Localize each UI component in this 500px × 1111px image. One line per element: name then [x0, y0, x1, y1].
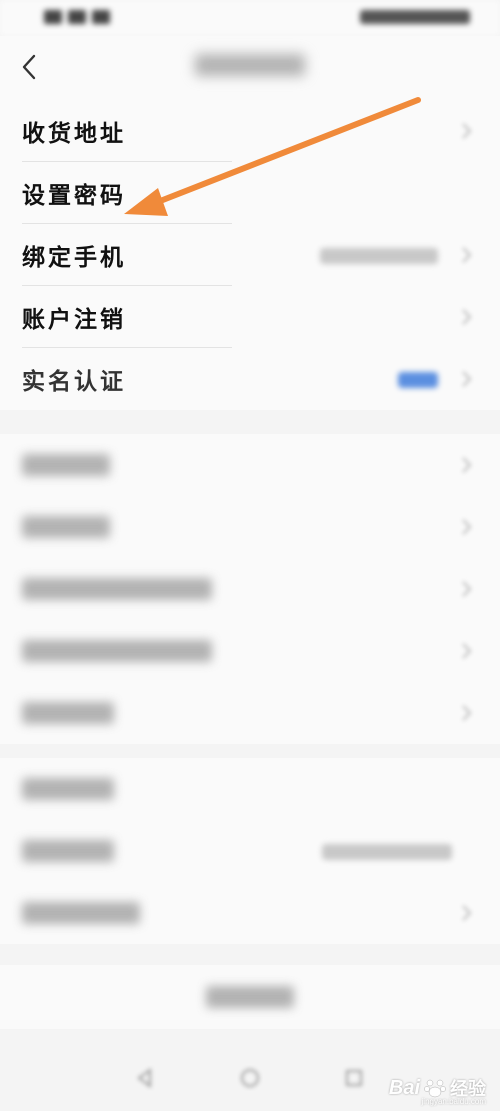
settings-row-blurred[interactable]: [0, 682, 500, 744]
settings-row-blurred[interactable]: [0, 758, 500, 820]
logout-button[interactable]: [0, 965, 500, 1029]
verified-badge-blurred: [398, 372, 438, 388]
chevron-right-icon: [462, 581, 472, 597]
paw-icon: [424, 1079, 446, 1098]
chevron-right-icon: [462, 705, 472, 721]
page-title: [0, 54, 500, 76]
settings-row-blurred[interactable]: [0, 820, 500, 882]
status-bar: [0, 0, 500, 36]
status-icons: [44, 10, 110, 24]
phone-value-blurred: [320, 248, 438, 264]
settings-row-blurred[interactable]: [0, 620, 500, 682]
chevron-right-icon: [462, 457, 472, 473]
settings-row-blurred[interactable]: [0, 434, 500, 496]
nav-home-icon[interactable]: [239, 1067, 261, 1089]
chevron-right-icon: [462, 643, 472, 659]
chevron-right-icon: [462, 123, 472, 139]
settings-row-set-password[interactable]: 设置密码: [0, 162, 500, 224]
watermark-brand: Bai: [388, 1076, 420, 1099]
chevron-right-icon: [462, 247, 472, 263]
settings-row-real-name[interactable]: 实名认证: [0, 348, 500, 410]
nav-back-icon[interactable]: [134, 1067, 156, 1089]
row-label: 设置密码: [22, 183, 126, 209]
chevron-right-icon: [462, 309, 472, 325]
baidu-jingyan-watermark: Bai 经验 jingyan.baidu.com: [388, 1075, 486, 1107]
row-label: 实名认证: [22, 369, 126, 395]
settings-row-cancel-account[interactable]: 账户注销: [0, 286, 500, 348]
nav-recents-icon[interactable]: [343, 1067, 365, 1089]
chevron-right-icon: [462, 905, 472, 921]
version-value-blurred: [322, 844, 452, 860]
settings-row-blurred[interactable]: [0, 558, 500, 620]
watermark-url: jingyan.baidu.com: [421, 1097, 486, 1106]
account-settings-group: 收货地址 设置密码 绑定手机 账户注销 实名认证: [0, 100, 500, 410]
privacy-settings-group: [0, 434, 500, 744]
about-settings-group: [0, 758, 500, 944]
chevron-right-icon: [462, 519, 472, 535]
status-right: [360, 10, 470, 24]
settings-row-blurred[interactable]: [0, 496, 500, 558]
settings-row-blurred[interactable]: [0, 882, 500, 944]
header: [0, 36, 500, 100]
row-label: 绑定手机: [22, 245, 126, 271]
row-label: 收货地址: [22, 121, 126, 147]
settings-row-shipping-address[interactable]: 收货地址: [0, 100, 500, 162]
settings-row-bind-phone[interactable]: 绑定手机: [0, 224, 500, 286]
row-label: 账户注销: [22, 307, 126, 333]
chevron-right-icon: [462, 371, 472, 387]
